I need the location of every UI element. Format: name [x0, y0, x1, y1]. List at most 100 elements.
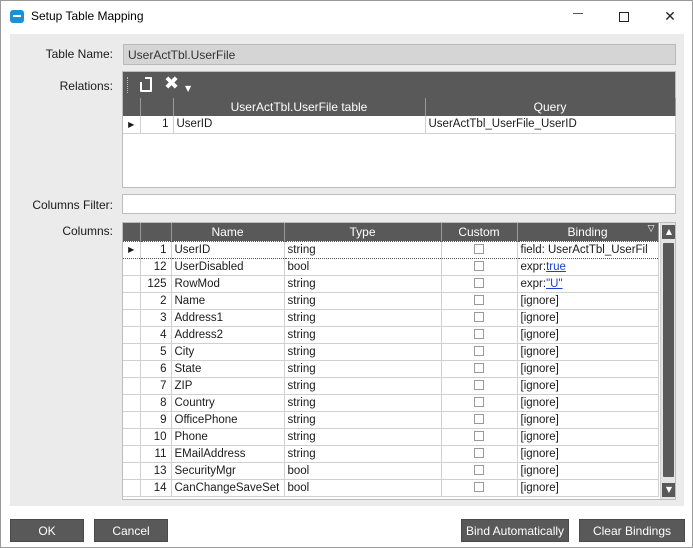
- filter-icon[interactable]: ▽: [648, 224, 655, 234]
- custom-checkbox[interactable]: [474, 312, 484, 323]
- column-type-cell[interactable]: string: [284, 411, 442, 429]
- column-type-cell[interactable]: bool: [284, 462, 442, 480]
- bind-automatically-button[interactable]: Bind Automatically: [461, 519, 569, 542]
- ok-button[interactable]: OK: [10, 519, 84, 542]
- scroll-thumb[interactable]: [663, 243, 674, 477]
- binding-cell[interactable]: [ignore]: [517, 462, 659, 480]
- table-row[interactable]: 10 Phone string [ignore]: [123, 428, 659, 446]
- column-type-cell[interactable]: string: [284, 377, 442, 395]
- table-row[interactable]: 14 CanChangeSaveSet bool [ignore]: [123, 479, 659, 497]
- vertical-scrollbar[interactable]: ▲ ▼: [660, 223, 675, 499]
- binding-cell[interactable]: [ignore]: [517, 428, 659, 446]
- binding-cell[interactable]: field: UserActTbl_UserFil: [517, 240, 659, 259]
- column-name-cell[interactable]: State: [171, 360, 285, 378]
- table-row[interactable]: 9 OfficePhone string [ignore]: [123, 411, 659, 429]
- column-name-cell[interactable]: CanChangeSaveSet: [171, 479, 285, 497]
- custom-checkbox[interactable]: [474, 414, 484, 425]
- custom-checkbox[interactable]: [474, 346, 484, 357]
- binding-cell[interactable]: [ignore]: [517, 479, 659, 497]
- chevron-down-icon[interactable]: ▼: [185, 84, 191, 93]
- column-name-cell[interactable]: Address1: [171, 309, 285, 327]
- table-row[interactable]: 2 Name string [ignore]: [123, 292, 659, 310]
- column-header-custom[interactable]: Custom: [441, 223, 518, 241]
- clear-bindings-button[interactable]: Clear Bindings: [579, 519, 685, 542]
- column-type-cell[interactable]: string: [284, 326, 442, 344]
- table-row[interactable]: 5 City string [ignore]: [123, 343, 659, 361]
- cancel-button[interactable]: Cancel: [94, 519, 168, 542]
- column-type-cell[interactable]: string: [284, 275, 442, 293]
- column-header-table[interactable]: UserActTbl.UserFile table: [173, 98, 426, 116]
- table-row[interactable]: 8 Country string [ignore]: [123, 394, 659, 412]
- custom-checkbox[interactable]: [474, 363, 484, 374]
- custom-checkbox[interactable]: [474, 261, 484, 272]
- custom-checkbox[interactable]: [474, 431, 484, 442]
- scroll-down-icon[interactable]: ▼: [662, 483, 675, 497]
- column-name-cell[interactable]: RowMod: [171, 275, 285, 293]
- scroll-up-icon[interactable]: ▲: [662, 225, 675, 239]
- new-document-icon[interactable]: [140, 77, 152, 92]
- custom-checkbox[interactable]: [474, 244, 484, 255]
- binding-cell[interactable]: expr:true: [517, 258, 659, 276]
- table-row[interactable]: ▶ 1 UserID UserActTbl_UserFile_UserID: [123, 116, 676, 134]
- custom-checkbox[interactable]: [474, 448, 484, 459]
- binding-cell[interactable]: [ignore]: [517, 445, 659, 463]
- column-name-cell[interactable]: Name: [171, 292, 285, 310]
- table-row[interactable]: 3 Address1 string [ignore]: [123, 309, 659, 327]
- column-header-name[interactable]: Name: [171, 223, 285, 241]
- binding-cell[interactable]: [ignore]: [517, 343, 659, 361]
- minimize-button[interactable]: [555, 1, 601, 32]
- binding-cell[interactable]: [ignore]: [517, 292, 659, 310]
- column-type-cell[interactable]: string: [284, 445, 442, 463]
- column-type-cell[interactable]: string: [284, 309, 442, 327]
- table-row[interactable]: 12 UserDisabled bool expr:true: [123, 258, 659, 276]
- binding-cell[interactable]: [ignore]: [517, 411, 659, 429]
- column-name-cell[interactable]: EMailAddress: [171, 445, 285, 463]
- binding-cell[interactable]: [ignore]: [517, 309, 659, 327]
- binding-cell[interactable]: [ignore]: [517, 360, 659, 378]
- table-row[interactable]: 125 RowMod string expr:"U": [123, 275, 659, 293]
- binding-cell[interactable]: [ignore]: [517, 326, 659, 344]
- column-type-cell[interactable]: bool: [284, 258, 442, 276]
- column-header-query[interactable]: Query: [425, 98, 676, 116]
- binding-cell[interactable]: [ignore]: [517, 394, 659, 412]
- column-name-cell[interactable]: City: [171, 343, 285, 361]
- column-type-cell[interactable]: string: [284, 394, 442, 412]
- custom-checkbox[interactable]: [474, 295, 484, 306]
- column-name-cell[interactable]: Country: [171, 394, 285, 412]
- column-name-cell[interactable]: Phone: [171, 428, 285, 446]
- column-name-cell[interactable]: OfficePhone: [171, 411, 285, 429]
- column-type-cell[interactable]: string: [284, 343, 442, 361]
- custom-checkbox[interactable]: [474, 465, 484, 476]
- column-name-cell[interactable]: UserDisabled: [171, 258, 285, 276]
- binding-cell[interactable]: [ignore]: [517, 377, 659, 395]
- column-name-cell[interactable]: ZIP: [171, 377, 285, 395]
- maximize-button[interactable]: [601, 1, 647, 32]
- custom-checkbox[interactable]: [474, 380, 484, 391]
- delete-icon[interactable]: ✖: [164, 74, 179, 94]
- column-name-cell[interactable]: SecurityMgr: [171, 462, 285, 480]
- table-row[interactable]: 7 ZIP string [ignore]: [123, 377, 659, 395]
- binding-link[interactable]: "U": [546, 278, 562, 290]
- close-button[interactable]: ✕: [647, 1, 693, 32]
- column-name-cell[interactable]: Address2: [171, 326, 285, 344]
- column-type-cell[interactable]: string: [284, 240, 442, 259]
- custom-checkbox[interactable]: [474, 397, 484, 408]
- custom-checkbox[interactable]: [474, 482, 484, 493]
- binding-link[interactable]: true: [546, 261, 566, 273]
- binding-cell[interactable]: expr:"U": [517, 275, 659, 293]
- columns-filter-input[interactable]: [122, 194, 676, 214]
- column-type-cell[interactable]: string: [284, 428, 442, 446]
- toolbar-grip[interactable]: [127, 77, 129, 93]
- custom-checkbox[interactable]: [474, 329, 484, 340]
- table-row[interactable]: 6 State string [ignore]: [123, 360, 659, 378]
- relation-table-cell[interactable]: UserID: [173, 116, 426, 134]
- table-row[interactable]: 11 EMailAddress string [ignore]: [123, 445, 659, 463]
- table-row[interactable]: 4 Address2 string [ignore]: [123, 326, 659, 344]
- column-type-cell[interactable]: string: [284, 360, 442, 378]
- table-row[interactable]: 13 SecurityMgr bool [ignore]: [123, 462, 659, 480]
- column-header-type[interactable]: Type: [284, 223, 442, 241]
- column-header-binding[interactable]: Binding ▽: [517, 223, 659, 241]
- column-name-cell[interactable]: UserID: [171, 240, 285, 259]
- relation-query-cell[interactable]: UserActTbl_UserFile_UserID: [425, 116, 676, 134]
- custom-checkbox[interactable]: [474, 278, 484, 289]
